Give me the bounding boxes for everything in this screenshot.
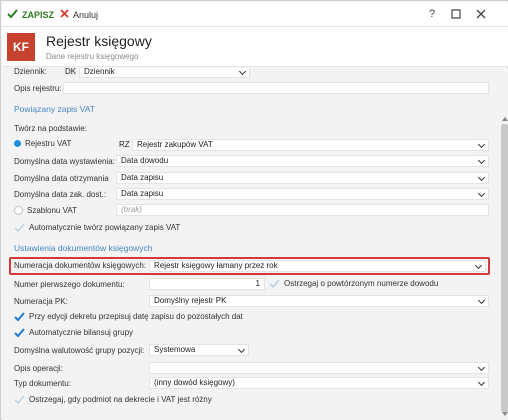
- opis-operacji-label: Opis operacji:: [14, 364, 63, 373]
- nr-pierwszego-input[interactable]: 1: [149, 278, 265, 290]
- maximize-icon[interactable]: [449, 7, 463, 21]
- check-icon: [7, 8, 18, 21]
- rejestr-vat-select[interactable]: Rejestr zakupów VAT: [132, 139, 489, 151]
- data-zak-dost-label: Domyślna data zak. dost.:: [14, 190, 107, 199]
- help-icon[interactable]: ?: [425, 7, 439, 21]
- numeracja-pk-label: Numeracja PK:: [14, 297, 68, 306]
- typ-dokumentu-label: Typ dokumentu:: [14, 379, 71, 388]
- cancel-button[interactable]: Anuluj: [60, 2, 98, 27]
- ostrzegaj-numer-checkbox[interactable]: Ostrzegaj o powtórzonym numerze dowodu: [269, 278, 438, 289]
- page-title: Rejestr księgowy: [46, 33, 152, 49]
- form-content: Dziennik: DK Dziennik Opis rejestru: Pow…: [2, 68, 508, 420]
- close-icon[interactable]: [474, 7, 488, 21]
- save-label: ZAPISZ: [22, 9, 55, 20]
- module-badge: KF: [7, 33, 35, 61]
- scrollbar-thumb[interactable]: [501, 124, 508, 412]
- header: KF Rejestr księgowy Dane rejestru księgo…: [2, 27, 508, 67]
- check-icon: [14, 311, 25, 322]
- nr-pierwszego-label: Numer pierwszego dokumentu:: [14, 280, 125, 289]
- numeracja-select[interactable]: Rejestr księgowy łamany przez rok: [149, 260, 486, 272]
- opis-operacji-select[interactable]: [149, 362, 489, 374]
- check-icon: [14, 222, 25, 233]
- data-wystawienia-select[interactable]: Data dowodu: [116, 155, 489, 167]
- przy-edycji-checkbox[interactable]: Przy edycji dekretu przepisuj datę zapis…: [14, 311, 243, 322]
- data-zak-dost-select[interactable]: Data zapisu: [116, 188, 489, 200]
- vat-section-title: Powiązany zapis VAT: [14, 104, 95, 114]
- check-icon: [14, 327, 25, 338]
- radio-unselected-icon: [14, 206, 23, 215]
- numeracja-pk-select[interactable]: Domyślny rejestr PK: [149, 295, 489, 307]
- toolbar: ZAPISZ Anuluj ?: [2, 2, 508, 27]
- check-icon: [269, 278, 280, 289]
- dziennik-label: Dziennik:: [14, 68, 47, 76]
- save-button[interactable]: ZAPISZ: [7, 2, 54, 27]
- szablon-vat-input[interactable]: (brak): [116, 204, 489, 216]
- szablon-vat-radio[interactable]: Szablonu VAT: [14, 206, 77, 215]
- typ-dokumentu-select[interactable]: (inny dowód księgowy): [149, 377, 489, 389]
- data-otrzymania-label: Domyślna data otrzymania: [14, 174, 109, 183]
- radio-selected-icon: [14, 140, 21, 147]
- rejestr-vat-radio[interactable]: Rejestru VAT: [14, 139, 71, 148]
- opis-rejestru-label: Opis rejestru:: [14, 84, 62, 93]
- numeracja-label: Numeracja dokumentów księgowych:: [14, 261, 147, 270]
- ostrzegaj-vat-checkbox[interactable]: Ostrzegaj, gdy podmiot na dekrecie i VAT…: [14, 394, 212, 405]
- dziennik-select[interactable]: Dziennik: [79, 68, 250, 78]
- scroll-down-icon[interactable]: [501, 412, 508, 418]
- auto-bilansuj-checkbox[interactable]: Automatycznie bilansuj grupy: [14, 327, 133, 338]
- opis-rejestru-input[interactable]: [63, 82, 489, 94]
- data-otrzymania-select[interactable]: Data zapisu: [116, 172, 489, 184]
- walutowosc-label: Domyślna walutowość grupy pozycji:: [14, 346, 145, 355]
- check-icon: [14, 394, 25, 405]
- tworz-label: Twórz na podstawie:: [14, 124, 87, 133]
- scroll-up-icon[interactable]: [501, 116, 508, 122]
- x-icon: [60, 9, 69, 20]
- auto-vat-checkbox[interactable]: Automatycznie twórz powiązany zapis VAT: [14, 222, 180, 233]
- cancel-label: Anuluj: [73, 9, 99, 20]
- page-subtitle: Dane rejestru księgowego: [46, 52, 139, 61]
- walutowosc-select[interactable]: Systemowa: [149, 344, 249, 356]
- window: ZAPISZ Anuluj ? KF Rejestr księgowy Dane…: [0, 0, 508, 420]
- dziennik-code: DK: [65, 68, 77, 76]
- docs-section-title: Ustawienia dokumentów księgowych: [14, 243, 153, 253]
- data-wystawienia-label: Domyślna data wystawienia:: [14, 157, 115, 166]
